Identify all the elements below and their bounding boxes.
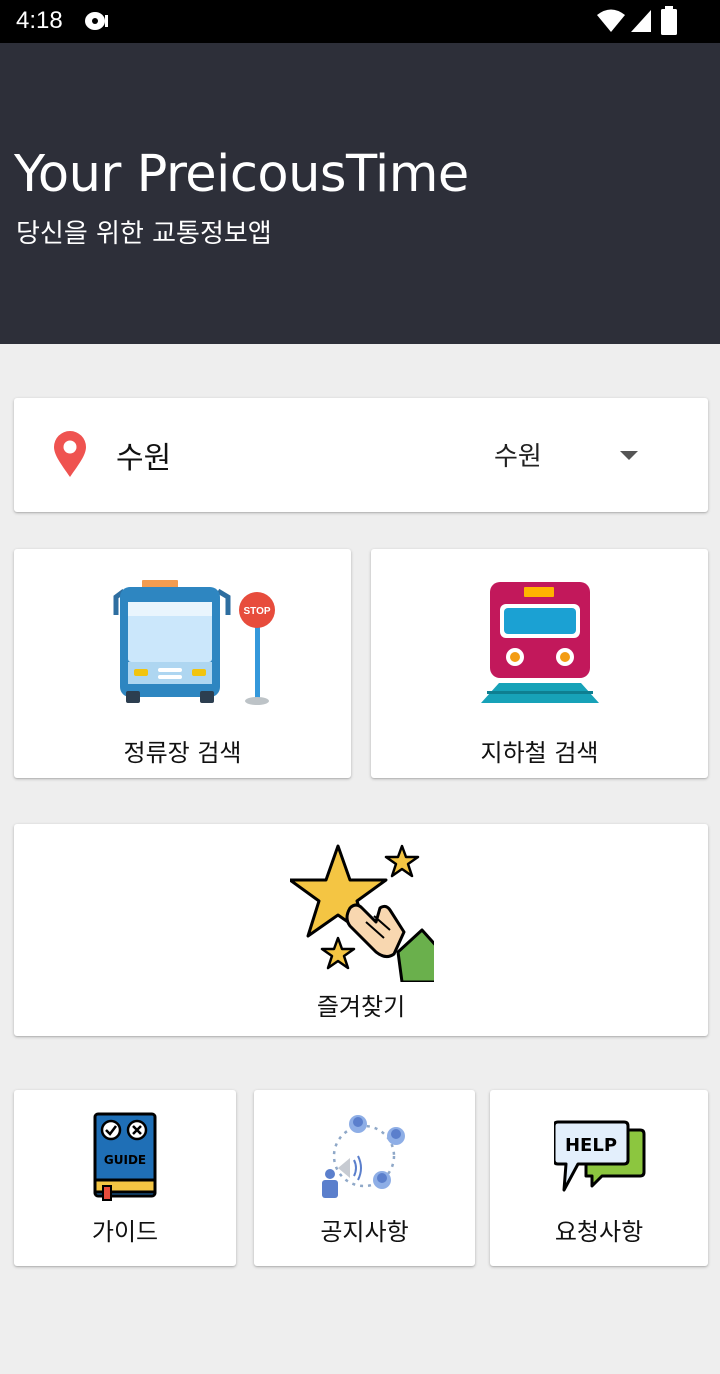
app-title: Your PreicousTime — [14, 145, 469, 204]
announcement-icon — [320, 1114, 410, 1208]
svg-text:STOP: STOP — [243, 606, 270, 617]
bus-stop-icon: STOP — [100, 577, 276, 713]
star-hand-icon — [288, 842, 442, 986]
svg-text:HELP: HELP — [565, 1135, 617, 1156]
dropdown-arrow-icon — [620, 451, 638, 460]
location-pin-icon — [52, 430, 88, 482]
region-dropdown-value: 수원 — [494, 442, 542, 472]
guide-book-icon: GUIDE — [93, 1112, 157, 1206]
app-header: Your PreicousTime 당신을 위한 교통정보앱 — [0, 43, 720, 344]
request-label: 요청사항 — [554, 1218, 644, 1246]
help-bubble-icon: HELP — [552, 1120, 646, 1198]
subway-train-icon — [479, 579, 601, 707]
notice-label: 공지사항 — [320, 1218, 409, 1246]
bus-stop-search-label: 정류장 검색 — [123, 739, 242, 767]
status-bar: 4:18 — [0, 0, 720, 43]
svg-text:GUIDE: GUIDE — [104, 1153, 146, 1167]
subway-search-button[interactable]: 지하철 검색 — [371, 549, 708, 778]
subway-search-label: 지하철 검색 — [480, 739, 599, 767]
guide-button[interactable]: GUIDE 가이드 — [14, 1090, 236, 1266]
region-card: 수원 수원 — [14, 398, 708, 512]
favorites-button[interactable]: 즐겨찾기 — [14, 824, 708, 1036]
bus-stop-search-button[interactable]: STOP 정류장 검색 — [14, 549, 351, 778]
notice-button[interactable]: 공지사항 — [254, 1090, 475, 1266]
request-button[interactable]: HELP 요청사항 — [490, 1090, 708, 1266]
media-cast-icon — [84, 10, 110, 36]
wifi-icon — [596, 8, 626, 38]
app-subtitle: 당신을 위한 교통정보앱 — [16, 219, 272, 249]
region-dropdown[interactable]: 수원 — [494, 434, 664, 476]
signal-icon — [630, 8, 652, 38]
battery-icon — [660, 6, 678, 40]
current-city-label: 수원 — [116, 441, 172, 476]
favorites-label: 즐겨찾기 — [316, 993, 406, 1021]
status-time: 4:18 — [16, 7, 63, 34]
guide-label: 가이드 — [91, 1218, 159, 1246]
